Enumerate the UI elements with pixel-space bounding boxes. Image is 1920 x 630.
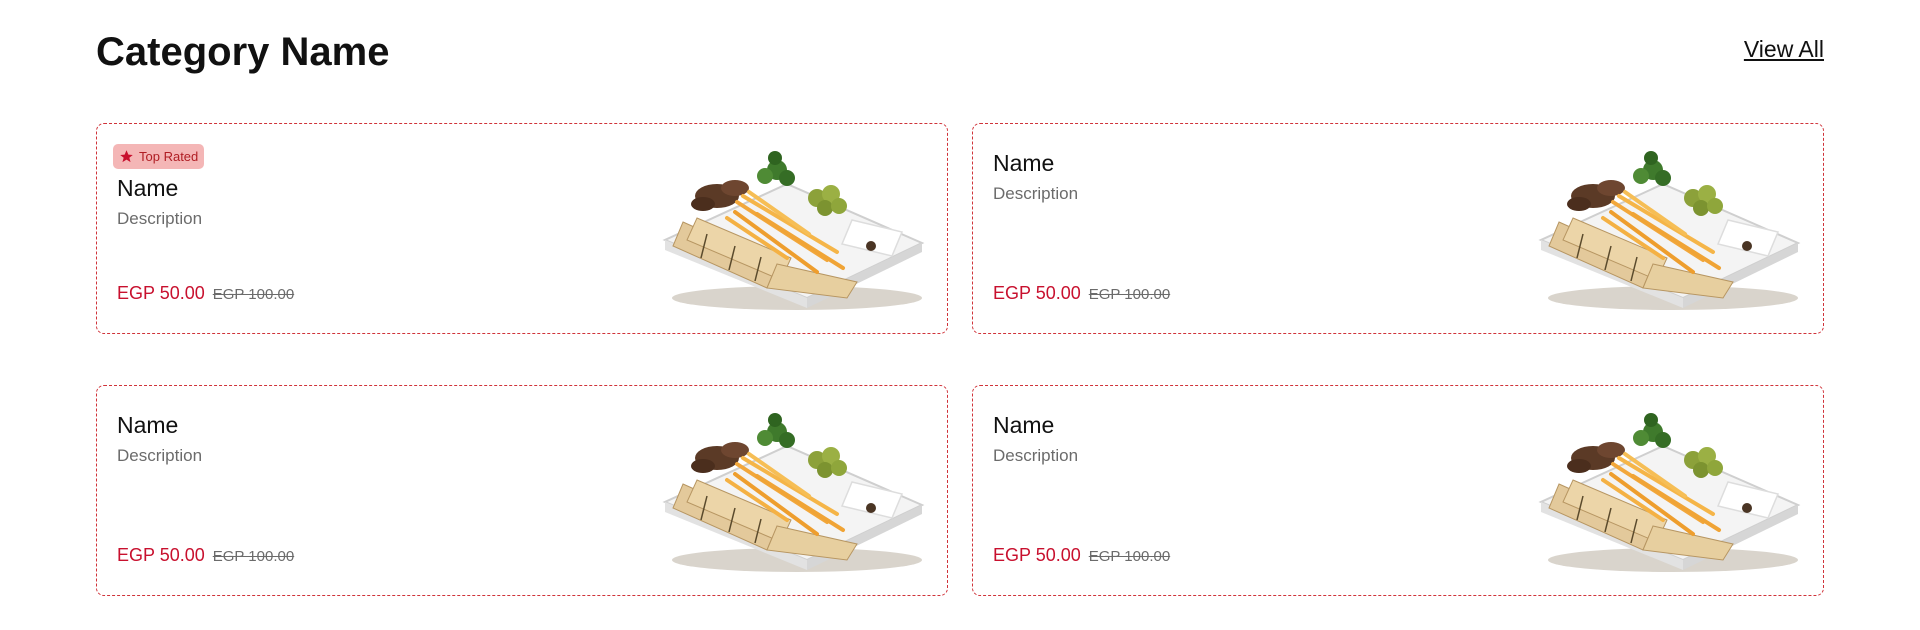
product-name: Name — [117, 175, 179, 201]
original-price: EGP 100.00 — [212, 548, 295, 565]
product-name: Name — [993, 150, 1055, 176]
category-section: Category Name View All Top Rated Name De… — [96, 0, 1824, 630]
product-card[interactable]: Name Description EGP 50.00 EGP 100.00 — [96, 385, 948, 596]
product-card[interactable]: Name Description EGP 50.00 EGP 100.00 — [972, 385, 1824, 596]
original-price: EGP 100.00 — [1088, 286, 1171, 303]
price-row: EGP 50.00 EGP 100.00 — [117, 544, 294, 568]
price-row: EGP 50.00 EGP 100.00 — [993, 282, 1170, 306]
original-price: EGP 100.00 — [1088, 548, 1171, 565]
star-icon — [119, 149, 134, 164]
product-image — [1533, 410, 1803, 574]
product-name: Name — [117, 412, 179, 438]
category-title: Category Name — [96, 30, 390, 74]
product-description: Description — [117, 446, 203, 465]
product-name: Name — [993, 412, 1055, 438]
product-image — [657, 148, 927, 312]
product-image — [1533, 148, 1803, 312]
current-price: EGP 50.00 — [117, 283, 205, 303]
view-all-link[interactable]: View All — [1744, 34, 1824, 64]
top-rated-badge: Top Rated — [113, 144, 205, 169]
current-price: EGP 50.00 — [117, 545, 205, 565]
product-description: Description — [993, 446, 1079, 465]
price-row: EGP 50.00 EGP 100.00 — [993, 544, 1170, 568]
current-price: EGP 50.00 — [993, 545, 1081, 565]
product-card[interactable]: Name Description EGP 50.00 EGP 100.00 — [972, 123, 1824, 334]
product-card[interactable]: Top Rated Name Description EGP 50.00 EGP… — [96, 123, 948, 334]
product-description: Description — [993, 184, 1079, 203]
price-row: EGP 50.00 EGP 100.00 — [117, 282, 294, 306]
product-description: Description — [117, 209, 203, 228]
product-image — [657, 410, 927, 574]
category-header: Category Name View All — [96, 28, 1824, 76]
product-grid: Top Rated Name Description EGP 50.00 EGP… — [96, 123, 1824, 596]
badge-label: Top Rated — [139, 149, 199, 164]
current-price: EGP 50.00 — [993, 283, 1081, 303]
original-price: EGP 100.00 — [212, 286, 295, 303]
